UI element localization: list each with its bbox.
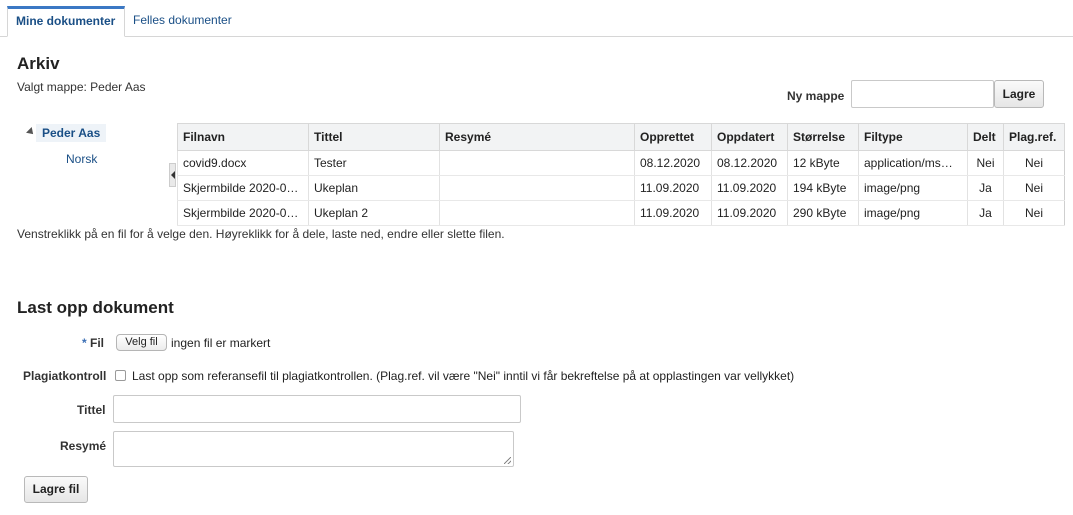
file-label: * Fil	[82, 336, 104, 350]
title-input[interactable]	[113, 395, 521, 423]
column-header-summary[interactable]: Resymé	[439, 123, 635, 151]
table-row[interactable]: Skjermbilde 2020-0… Ukeplan 11.09.2020 1…	[177, 175, 1065, 201]
column-header-size[interactable]: Størrelse	[787, 123, 859, 151]
archive-title: Arkiv	[17, 54, 60, 73]
cell-filetype: application/ms…	[858, 150, 968, 176]
tab-my-documents[interactable]: Mine dokumenter	[7, 6, 125, 37]
cell-shared: Nei	[967, 150, 1004, 176]
plagiarism-checkbox-text: Last opp som referansefil til plagiatkon…	[132, 369, 795, 383]
cell-plagref: Nei	[1003, 150, 1065, 176]
table-hint-text: Venstreklikk på en fil for å velge den. …	[17, 227, 505, 241]
file-label-text: Fil	[90, 336, 105, 350]
tab-shared-documents[interactable]: Felles dokumenter	[125, 6, 245, 35]
cell-created: 11.09.2020	[634, 200, 712, 226]
cell-title: Tester	[308, 150, 440, 176]
selected-folder-text: Valgt mappe: Peder Aas	[17, 80, 146, 94]
cell-summary	[439, 200, 635, 226]
tab-bar: Mine dokumenter Felles dokumenter	[0, 0, 1073, 37]
no-file-text: ingen fil er markert	[171, 336, 271, 350]
table-row[interactable]: covid9.docx Tester 08.12.2020 08.12.2020…	[177, 150, 1065, 176]
cell-summary	[439, 175, 635, 201]
table-row[interactable]: Skjermbilde 2020-0… Ukeplan 2 11.09.2020…	[177, 200, 1065, 226]
save-folder-button[interactable]: Lagre	[994, 80, 1044, 108]
plagiarism-label: Plagiatkontroll	[23, 369, 107, 383]
summary-textarea[interactable]	[113, 431, 514, 467]
new-folder-label: Ny mappe	[787, 89, 845, 103]
cell-created: 08.12.2020	[634, 150, 712, 176]
resize-grip-icon[interactable]	[504, 457, 511, 464]
column-header-created[interactable]: Opprettet	[634, 123, 712, 151]
cell-updated: 11.09.2020	[711, 200, 788, 226]
cell-plagref: Nei	[1003, 200, 1065, 226]
cell-updated: 11.09.2020	[711, 175, 788, 201]
cell-filetype: image/png	[858, 200, 968, 226]
cell-filename: Skjermbilde 2020-0…	[177, 175, 309, 201]
table-header-row: Filnavn Tittel Resymé Opprettet Oppdater…	[177, 123, 1065, 151]
column-header-filetype[interactable]: Filtype	[858, 123, 968, 151]
cell-updated: 08.12.2020	[711, 150, 788, 176]
files-table: Filnavn Tittel Resymé Opprettet Oppdater…	[177, 123, 1065, 226]
cell-shared: Ja	[967, 200, 1004, 226]
collapse-panel-handle[interactable]	[169, 163, 176, 187]
column-header-shared[interactable]: Delt	[967, 123, 1004, 151]
upload-title: Last opp dokument	[17, 298, 174, 317]
column-header-title[interactable]: Tittel	[308, 123, 440, 151]
tree-expand-icon[interactable]	[26, 127, 36, 137]
cell-title: Ukeplan 2	[308, 200, 440, 226]
cell-size: 12 kByte	[787, 150, 859, 176]
plagiarism-checkbox[interactable]	[115, 370, 126, 381]
tree-item-root[interactable]: Peder Aas	[36, 124, 107, 142]
new-folder-input[interactable]	[851, 80, 994, 108]
save-file-button[interactable]: Lagre fil	[24, 476, 88, 503]
cell-size: 290 kByte	[787, 200, 859, 226]
title-label: Tittel	[77, 403, 106, 417]
choose-file-button[interactable]: Velg fil	[116, 334, 167, 351]
cell-title: Ukeplan	[308, 175, 440, 201]
tree-item-norsk[interactable]: Norsk	[66, 152, 97, 166]
cell-shared: Ja	[967, 175, 1004, 201]
cell-created: 11.09.2020	[634, 175, 712, 201]
cell-filetype: image/png	[858, 175, 968, 201]
summary-label: Resymé	[60, 439, 107, 453]
required-mark: *	[82, 336, 87, 350]
cell-filename: covid9.docx	[177, 150, 309, 176]
column-header-filename[interactable]: Filnavn	[177, 123, 309, 151]
cell-filename: Skjermbilde 2020-0…	[177, 200, 309, 226]
column-header-plagref[interactable]: Plag.ref.	[1003, 123, 1065, 151]
cell-plagref: Nei	[1003, 175, 1065, 201]
cell-size: 194 kByte	[787, 175, 859, 201]
column-header-updated[interactable]: Oppdatert	[711, 123, 788, 151]
cell-summary	[439, 150, 635, 176]
